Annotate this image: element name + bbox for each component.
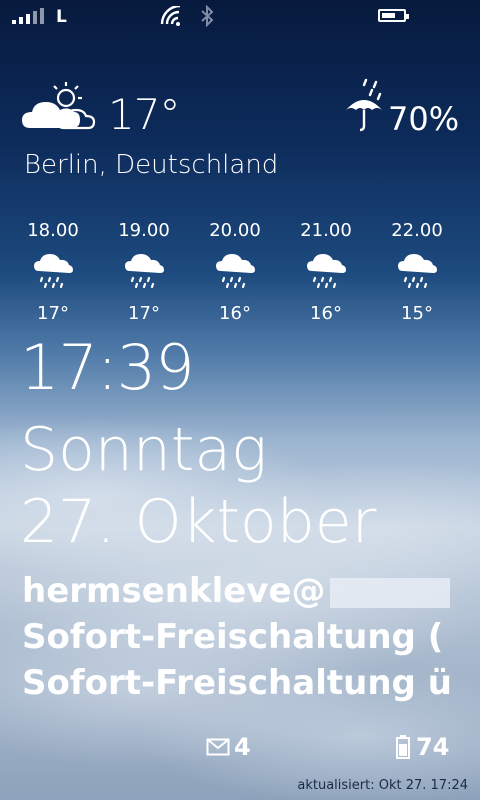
wifi-icon	[160, 6, 181, 26]
forecast-temperature: 16°	[310, 303, 342, 324]
lock-screen-date: 27. Oktober	[20, 487, 377, 557]
umbrella-rain-icon	[346, 78, 382, 132]
lock-screen-time: 17:39	[20, 331, 195, 404]
rain-cloud-icon	[125, 254, 164, 289]
notification-line[interactable]: Sofort-Freischaltung (	[22, 616, 443, 658]
forecast-item: 19.00 17°	[99, 220, 189, 324]
rain-cloud-icon	[216, 254, 255, 289]
forecast-time: 19.00	[118, 220, 170, 241]
rain-cloud-icon	[307, 254, 346, 289]
forecast-item: 20.00 16°	[190, 220, 280, 324]
mail-badge: 4	[206, 733, 251, 761]
battery-badge: 74	[396, 733, 449, 761]
forecast-item: 22.00 15°	[372, 220, 462, 324]
weather-location: Berlin, Deutschland	[24, 150, 279, 180]
forecast-temperature: 17°	[128, 303, 160, 324]
precipitation-chance: 70%	[388, 100, 460, 138]
forecast-time: 22.00	[391, 220, 443, 241]
forecast-item: 21.00 16°	[281, 220, 371, 324]
forecast-time: 21.00	[300, 220, 352, 241]
forecast-temperature: 15°	[401, 303, 433, 324]
battery-vertical-icon	[396, 735, 410, 759]
notification-sender: hermsenkleve@	[22, 571, 326, 611]
signal-bars-icon	[12, 8, 44, 24]
current-temperature: 17°	[108, 90, 180, 139]
partly-cloudy-icon	[22, 82, 96, 130]
mail-count: 4	[234, 733, 251, 761]
weather-updated-time: aktualisiert: Okt 27. 17:24	[297, 778, 468, 793]
forecast-temperature: 16°	[219, 303, 251, 324]
rain-cloud-icon	[34, 254, 73, 289]
forecast-item: 18.00 17°	[8, 220, 98, 324]
status-bar: L	[0, 0, 480, 32]
network-type: L	[56, 7, 67, 27]
battery-icon	[378, 9, 409, 22]
notification-line[interactable]: hermsenkleve@	[22, 570, 450, 612]
bluetooth-icon	[201, 5, 214, 27]
forecast-time: 18.00	[27, 220, 79, 241]
notification-line[interactable]: Sofort-Freischaltung ü	[22, 662, 452, 704]
redacted-block	[329, 577, 450, 608]
battery-percent: 74	[416, 733, 450, 761]
lock-screen-day: Sonntag	[20, 415, 268, 485]
rain-cloud-icon	[398, 254, 437, 289]
forecast-time: 20.00	[209, 220, 261, 241]
forecast-temperature: 17°	[37, 303, 69, 324]
mail-icon	[206, 738, 230, 756]
